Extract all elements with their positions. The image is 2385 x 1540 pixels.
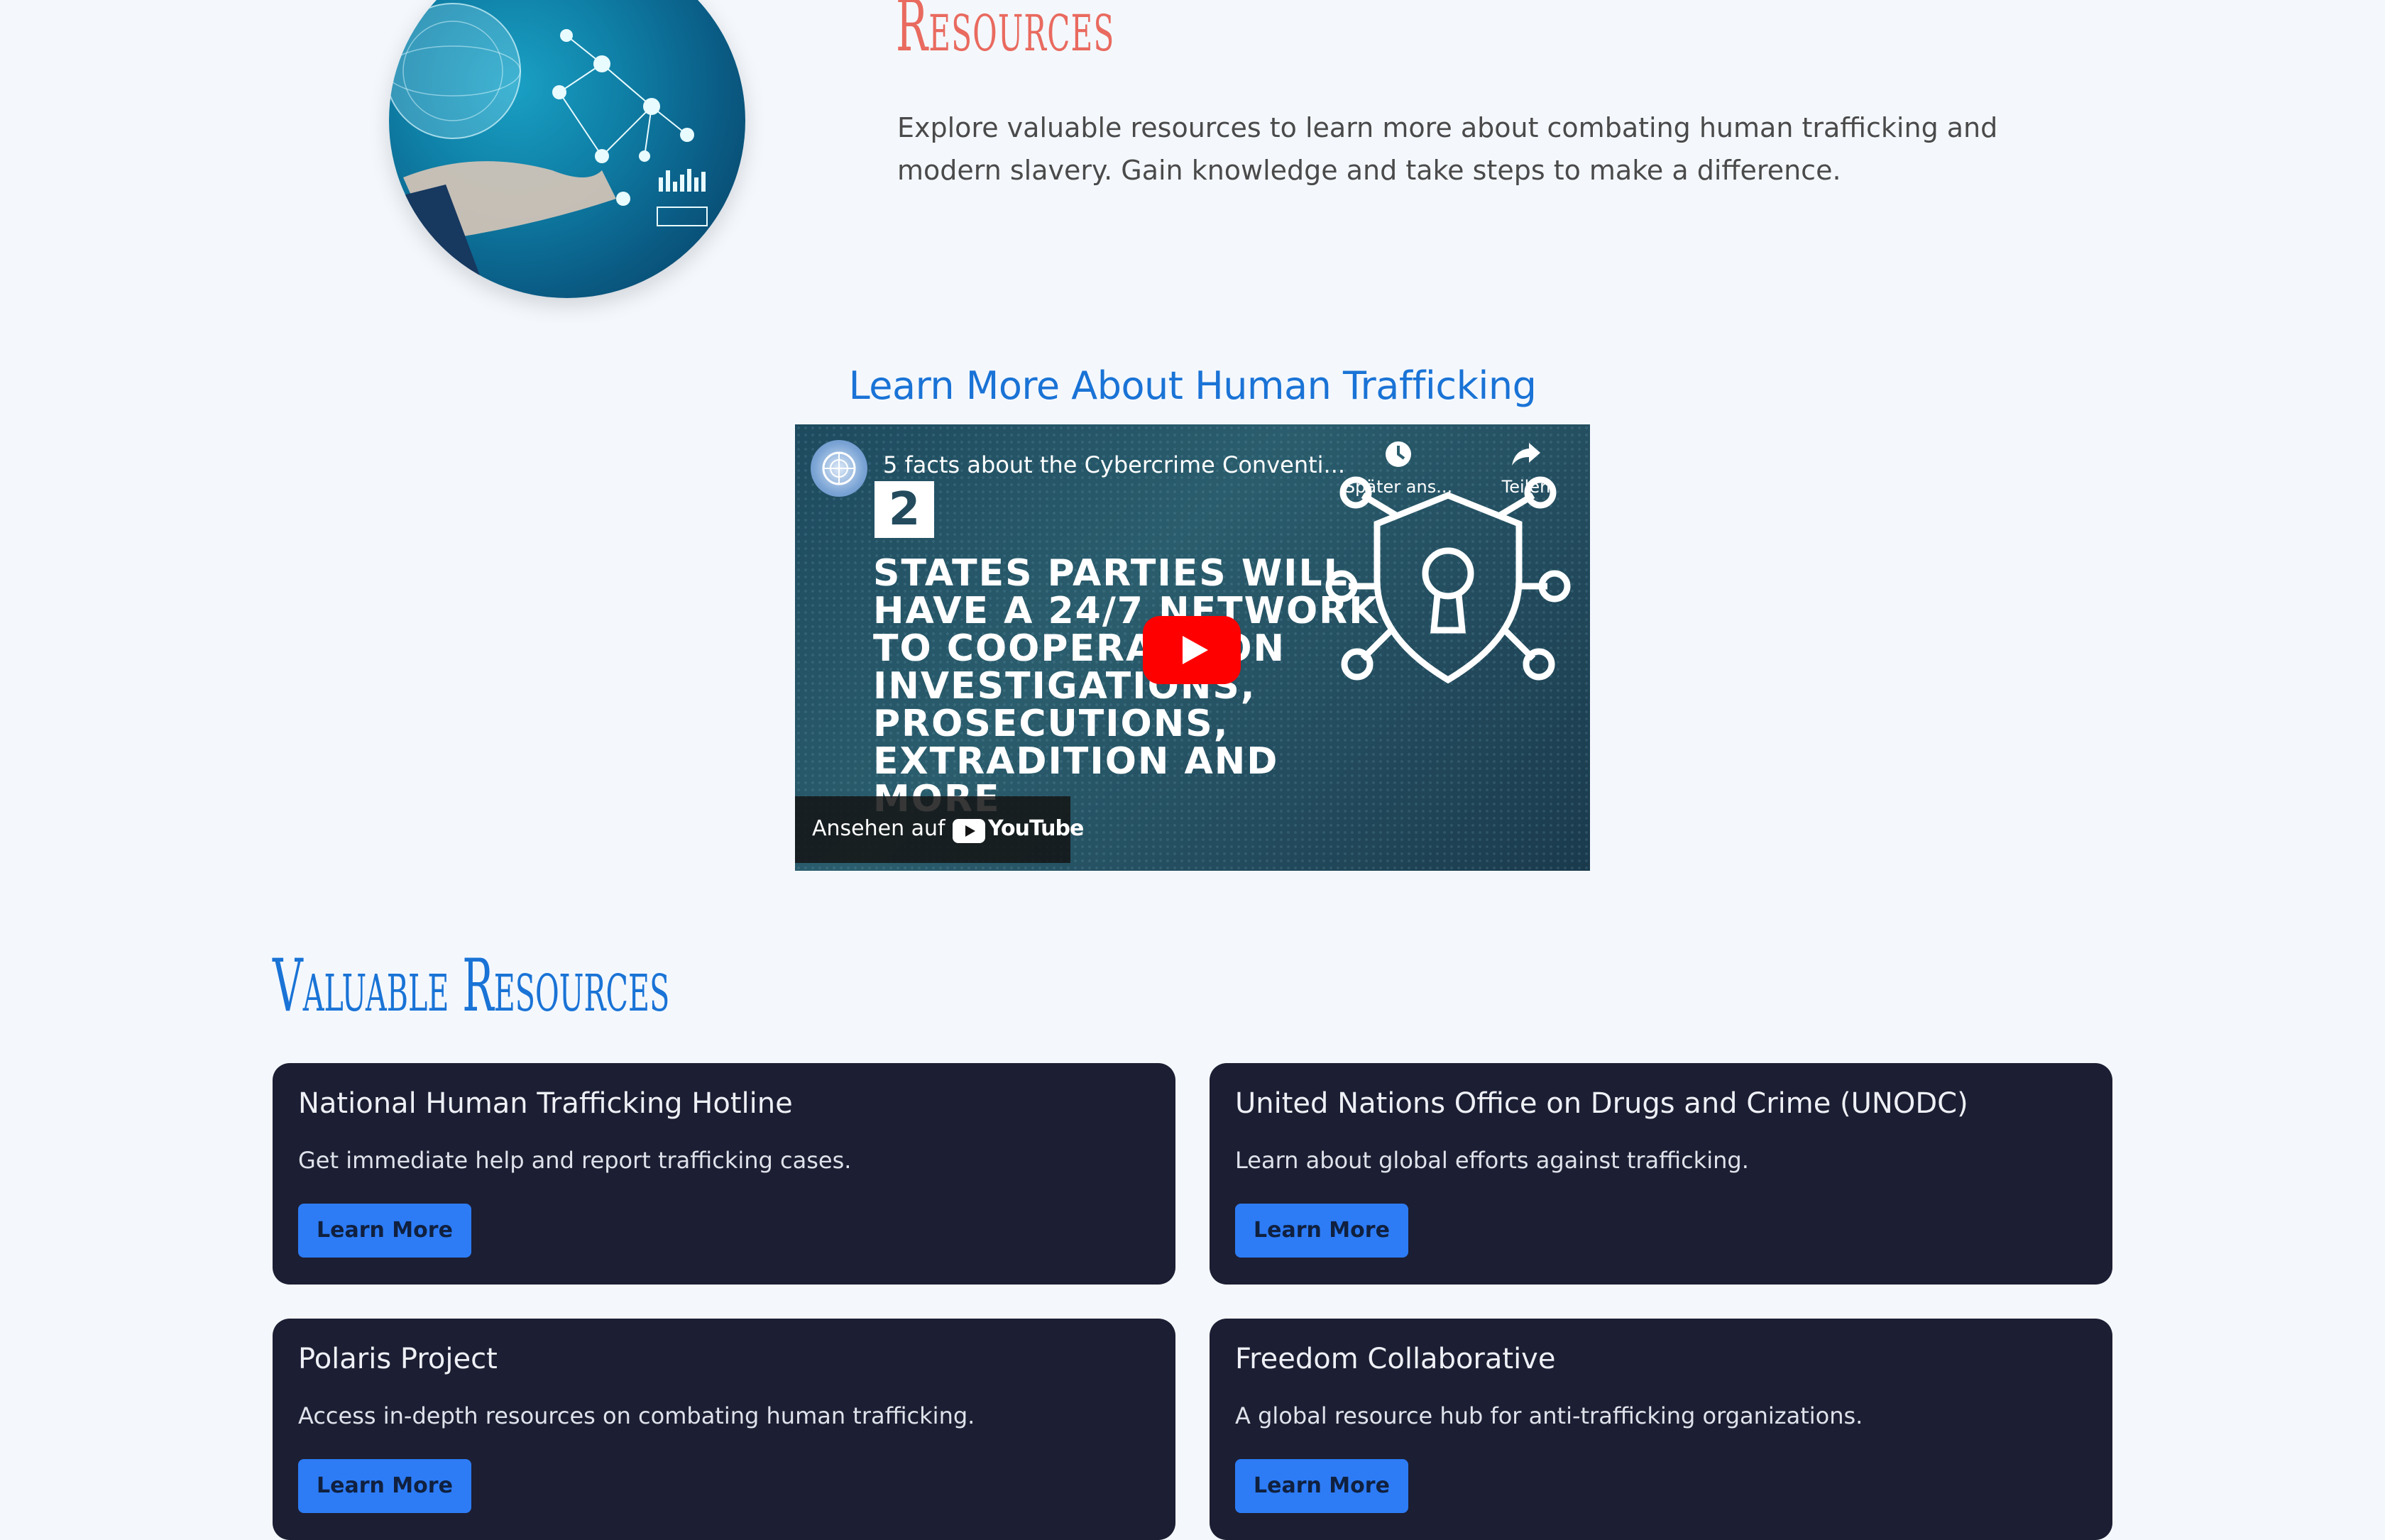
page-description: Explore valuable resources to learn more…	[897, 112, 1998, 186]
watch-later-button[interactable]: Später ans...	[1342, 439, 1455, 497]
watch-later-label: Später ans...	[1344, 477, 1453, 497]
valuable-resources-title: Valuable Resources	[273, 944, 670, 1028]
resource-card: National Human Trafficking Hotline Get i…	[273, 1063, 1175, 1285]
resource-card-description: Get immediate help and report traffickin…	[298, 1147, 852, 1174]
play-button[interactable]	[1143, 616, 1241, 684]
un-logo-icon[interactable]	[811, 440, 867, 497]
learn-more-button[interactable]: Learn More	[298, 1459, 471, 1513]
watch-on-label: Ansehen auf	[812, 816, 945, 841]
learn-more-button[interactable]: Learn More	[1235, 1204, 1408, 1258]
resource-card: Polaris Project Access in-depth resource…	[273, 1319, 1175, 1540]
resource-card-title: Freedom Collaborative	[1235, 1343, 1556, 1375]
youtube-video-embed[interactable]: 5 facts about the Cybercrime Conventi...…	[795, 424, 1590, 871]
video-section-heading: Learn More About Human Trafficking	[848, 363, 1537, 408]
share-button[interactable]: Teilen	[1491, 439, 1562, 497]
resource-card-title: Polaris Project	[298, 1343, 498, 1375]
hero-image	[389, 0, 745, 298]
resource-card-description: Access in-depth resources on combating h…	[298, 1402, 975, 1429]
fact-number: 2	[874, 481, 934, 538]
share-label: Teilen	[1501, 477, 1551, 497]
resource-card-description: A global resource hub for anti-trafficki…	[1235, 1402, 1863, 1429]
video-title[interactable]: 5 facts about the Cybercrime Conventi...	[883, 451, 1345, 478]
youtube-wordmark: YouTube	[988, 816, 1084, 841]
clock-icon	[1386, 441, 1411, 467]
play-icon	[1183, 636, 1208, 664]
resource-card: Freedom Collaborative A global resource …	[1210, 1319, 2112, 1540]
resource-card-description: Learn about global efforts against traff…	[1235, 1147, 1749, 1174]
resource-card-title: National Human Trafficking Hotline	[298, 1087, 793, 1120]
page-title: Resources	[896, 0, 1115, 67]
globe-network-illustration	[389, 3, 708, 298]
resource-card: United Nations Office on Drugs and Crime…	[1210, 1063, 2112, 1285]
watch-on-youtube-button[interactable]: Ansehen auf YouTube	[795, 796, 1084, 863]
learn-more-button[interactable]: Learn More	[298, 1204, 471, 1258]
learn-more-button[interactable]: Learn More	[1235, 1459, 1408, 1513]
youtube-logo-icon	[953, 819, 985, 843]
resource-card-title: United Nations Office on Drugs and Crime…	[1235, 1087, 1968, 1120]
share-icon	[1512, 443, 1540, 466]
